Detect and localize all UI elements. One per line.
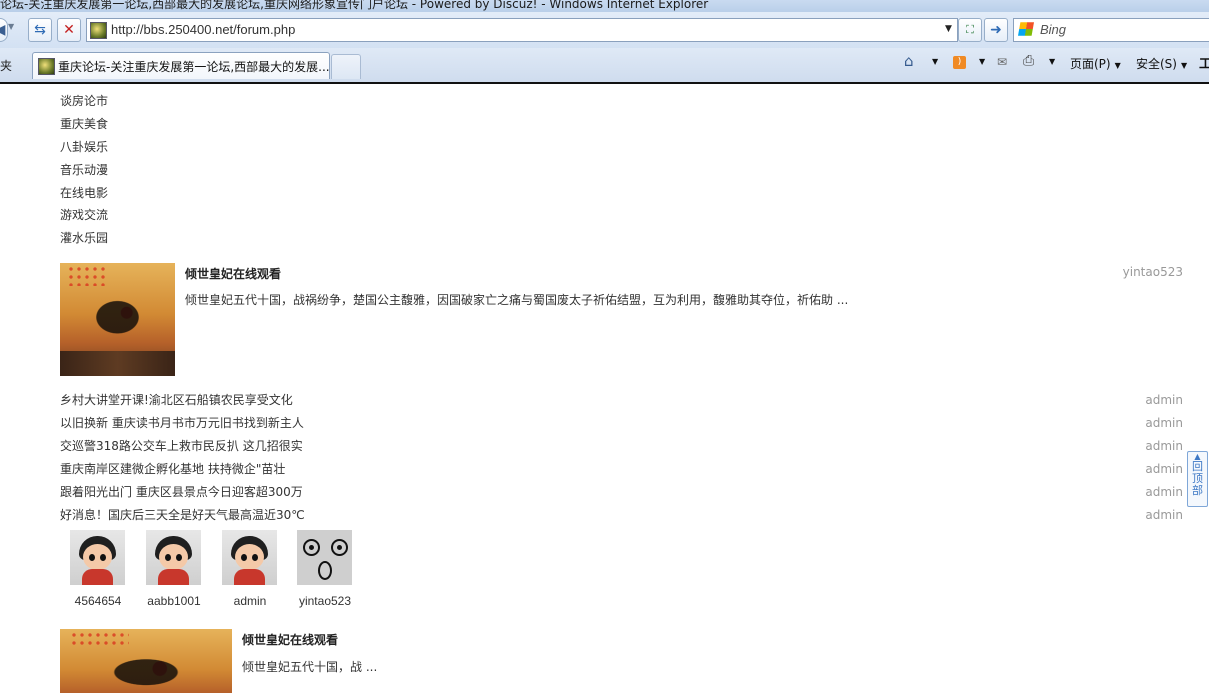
- member-card[interactable]: yintao523: [290, 530, 360, 608]
- page-content: 谈房论市 重庆美食 八卦娱乐 音乐动漫 在线电影 游戏交流 灌水乐园 倾世皇妃在…: [0, 84, 1209, 693]
- mail-icon[interactable]: ✉: [997, 55, 1007, 69]
- forum-link[interactable]: 谈房论市: [60, 94, 108, 108]
- news-title[interactable]: 乡村大讲堂开课!渝北区石船镇农民享受文化: [60, 393, 293, 407]
- forum-link[interactable]: 八卦娱乐: [60, 140, 108, 154]
- new-tab-button[interactable]: [331, 54, 361, 79]
- print-dropdown-icon[interactable]: ▼: [1049, 57, 1055, 66]
- stop-icon[interactable]: ✕: [57, 18, 81, 42]
- page-menu-label: 页面(P): [1070, 57, 1111, 71]
- refresh-icon[interactable]: ⇆: [28, 18, 52, 42]
- window-title-bar: 论坛-关注重庆发展第一论坛,西部最大的发展论坛,重庆网络形象宣传门户论坛 - P…: [0, 0, 1209, 12]
- address-dropdown-icon[interactable]: ▼: [945, 24, 952, 34]
- avatar-mouth: [318, 561, 332, 580]
- news-title[interactable]: 交巡警318路公交车上救市民反扒 这几招很实: [60, 439, 303, 453]
- news-author[interactable]: admin: [1145, 508, 1183, 522]
- home-icon[interactable]: ⌂: [904, 52, 914, 70]
- avatar-face: [159, 544, 188, 570]
- feed-icon[interactable]: ): [953, 56, 966, 69]
- favorites-label[interactable]: 夹: [0, 57, 12, 74]
- news-title[interactable]: 好消息！国庆后三天全是好天气最高温近30℃: [60, 508, 305, 522]
- compat-view-icon[interactable]: ⛶: [958, 18, 982, 42]
- address-bar[interactable]: http://bbs.250400.net/forum.php ▼: [86, 18, 958, 42]
- avatar-cartoon-girl-icon[interactable]: [146, 530, 201, 585]
- avatar-surprised-face-icon[interactable]: [297, 530, 352, 585]
- forum-link[interactable]: 在线电影: [60, 186, 108, 200]
- member-name[interactable]: aabb1001: [139, 594, 209, 608]
- safety-menu[interactable]: 安全(S) ▼: [1136, 55, 1187, 72]
- forum-link[interactable]: 重庆美食: [60, 117, 108, 131]
- member-card[interactable]: aabb1001: [139, 530, 209, 608]
- avatar-cartoon-girl-icon[interactable]: [70, 530, 125, 585]
- featured-post-author[interactable]: yintao523: [1123, 265, 1183, 279]
- second-post-title[interactable]: 倾世皇妃在线观看: [242, 631, 338, 648]
- go-icon[interactable]: ➜: [984, 18, 1008, 42]
- page-menu[interactable]: 页面(P) ▼: [1070, 55, 1121, 72]
- forum-link[interactable]: 音乐动漫: [60, 163, 108, 177]
- avatar-body: [234, 569, 265, 585]
- avatar-eye: [331, 539, 348, 556]
- avatar-face: [235, 544, 264, 570]
- home-dropdown-icon[interactable]: ▼: [932, 57, 938, 66]
- news-author[interactable]: admin: [1145, 393, 1183, 407]
- window-title: 论坛-关注重庆发展第一论坛,西部最大的发展论坛,重庆网络形象宣传门户论坛 - P…: [0, 0, 709, 11]
- avatar-body: [158, 569, 189, 585]
- search-placeholder[interactable]: Bing: [1040, 22, 1066, 37]
- avatar-eye: [252, 554, 258, 561]
- news-author[interactable]: admin: [1145, 462, 1183, 476]
- search-box[interactable]: Bing: [1013, 18, 1209, 42]
- news-author[interactable]: admin: [1145, 416, 1183, 430]
- chevron-down-icon: ▼: [1114, 61, 1121, 70]
- second-post-excerpt: 倾世皇妃五代十国，战 ...: [242, 660, 378, 674]
- back-dropdown-icon[interactable]: ▼: [8, 22, 14, 31]
- featured-post-excerpt: 倾世皇妃五代十国，战祸纷争，楚国公主馥雅，因国破家亡之痛与蜀国废太子祈佑结盟，互…: [185, 293, 849, 307]
- avatar-eye: [241, 554, 247, 561]
- print-icon[interactable]: ⎙: [1023, 53, 1034, 69]
- safety-menu-label: 安全(S): [1136, 57, 1177, 71]
- featured-post-thumbnail[interactable]: [60, 263, 175, 376]
- tab-favicon-icon: [38, 58, 55, 75]
- navigation-bar: ◀ ▼ ⇆ ✕ http://bbs.250400.net/forum.php …: [0, 12, 1209, 48]
- avatar-cartoon-girl-icon[interactable]: [222, 530, 277, 585]
- back-to-top-button[interactable]: ▲ 回顶部: [1187, 451, 1208, 507]
- tab-title: 重庆论坛-关注重庆发展第一论坛,西部最大的发展...: [58, 60, 330, 74]
- avatar-eye: [303, 539, 320, 556]
- avatar-eye: [165, 554, 171, 561]
- feed-dropdown-icon[interactable]: ▼: [979, 57, 985, 66]
- forum-link[interactable]: 游戏交流: [60, 208, 108, 222]
- member-card[interactable]: admin: [215, 530, 285, 608]
- bing-logo-icon: [1018, 22, 1034, 36]
- member-name[interactable]: admin: [215, 594, 285, 608]
- back-icon[interactable]: ◀: [0, 18, 8, 42]
- tools-menu[interactable]: 工: [1199, 53, 1209, 72]
- tab-bar: 夹 重庆论坛-关注重庆发展第一论坛,西部最大的发展... ⌂ ▼ ) ▼ ✉ ⎙…: [0, 48, 1209, 84]
- url-text[interactable]: http://bbs.250400.net/forum.php: [111, 22, 295, 37]
- news-title[interactable]: 跟着阳光出门 重庆区县景点今日迎客超300万: [60, 485, 303, 499]
- member-name[interactable]: yintao523: [290, 594, 360, 608]
- avatar-body: [82, 569, 113, 585]
- avatar-eye: [176, 554, 182, 561]
- avatar-eye: [89, 554, 95, 561]
- avatar-eye: [100, 554, 106, 561]
- featured-post-title[interactable]: 倾世皇妃在线观看: [185, 265, 281, 282]
- member-name[interactable]: 4564654: [63, 594, 133, 608]
- tab-active[interactable]: 重庆论坛-关注重庆发展第一论坛,西部最大的发展...: [32, 52, 330, 79]
- avatar-face: [83, 544, 112, 570]
- forum-link[interactable]: 灌水乐园: [60, 231, 108, 245]
- member-card[interactable]: 4564654: [63, 530, 133, 608]
- back-to-top-label: 回顶部: [1192, 460, 1203, 497]
- news-author[interactable]: admin: [1145, 439, 1183, 453]
- news-author[interactable]: admin: [1145, 485, 1183, 499]
- forum-link-clipped: [60, 84, 64, 90]
- chevron-down-icon: ▼: [1180, 61, 1188, 70]
- second-post-thumbnail[interactable]: [60, 629, 232, 693]
- news-title[interactable]: 以旧换新 重庆读书月书市万元旧书找到新主人: [60, 416, 304, 430]
- site-favicon-icon: [90, 22, 107, 39]
- news-title[interactable]: 重庆南岸区建微企孵化基地 扶持微企"苗壮: [60, 462, 285, 476]
